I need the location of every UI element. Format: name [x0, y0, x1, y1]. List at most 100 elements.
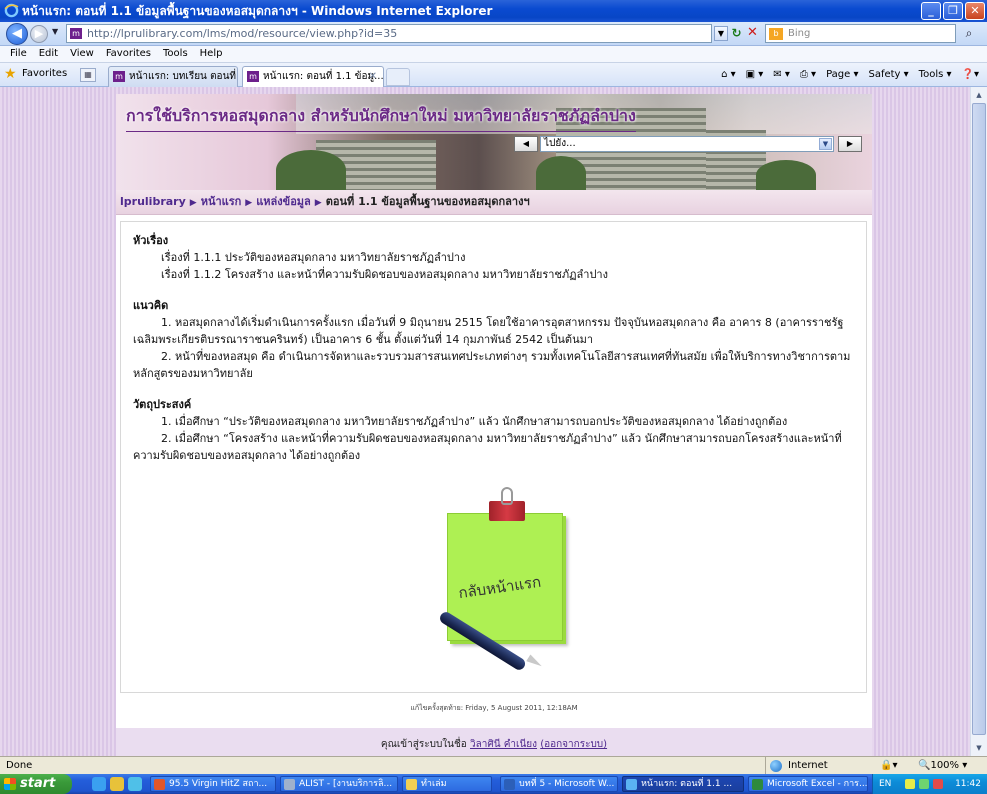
breadcrumb-link-site[interactable]: lprulibrary: [120, 195, 186, 208]
tab-favicon-icon: m: [247, 71, 259, 82]
address-input[interactable]: m http://lprulibrary.com/lms/mod/resourc…: [66, 24, 712, 43]
jump-to-value: ไปยัง...: [544, 138, 576, 149]
jump-previous-button[interactable]: ◀: [514, 136, 538, 152]
resource-content-box: หัวเรื่อง เรื่องที่ 1.1.1 ประวัติของหอสม…: [120, 221, 867, 693]
topic-line: เรื่องที่ 1.1.1 ประวัติของหอสมุดกลาง มหา…: [161, 251, 466, 264]
safety-menu[interactable]: Safety ▾: [868, 67, 908, 83]
menu-favorites[interactable]: Favorites: [100, 46, 157, 62]
vertical-scrollbar[interactable]: ▲ ▼: [970, 87, 987, 756]
taskbar-item-excel[interactable]: Microsoft Excel - การ...: [748, 776, 868, 792]
clock[interactable]: 11:42: [955, 774, 981, 794]
feeds-icon[interactable]: ▣ ▾: [746, 67, 764, 83]
breadcrumb-link-home[interactable]: หน้าแรก: [201, 195, 242, 208]
minimize-button[interactable]: _: [921, 2, 941, 20]
quicklaunch-desktop-icon[interactable]: [110, 777, 124, 791]
favorites-button[interactable]: Favorites: [22, 68, 67, 79]
menu-tools[interactable]: Tools: [157, 46, 194, 62]
quicklaunch-media-icon[interactable]: [128, 777, 142, 791]
tools-menu[interactable]: Tools ▾: [919, 67, 952, 83]
paperclip-icon: [501, 487, 513, 505]
favorites-star-icon[interactable]: ★: [4, 67, 17, 81]
menu-help[interactable]: Help: [194, 46, 229, 62]
banner-tree: [276, 150, 346, 190]
protected-mode-icon[interactable]: 🔒▾: [880, 757, 897, 774]
zoom-level[interactable]: 🔍100% ▾: [918, 757, 967, 774]
taskbar-item-ie[interactable]: หน้าแรก: ตอนที่ 1.1 ...: [622, 776, 744, 792]
pen-tip-icon: [526, 654, 544, 669]
tab-close-icon[interactable]: ✕: [369, 67, 377, 86]
start-button[interactable]: start: [0, 774, 72, 794]
status-text: Done: [6, 760, 33, 771]
address-toolbar: ◀ ▶ ▼ m http://lprulibrary.com/lms/mod/r…: [0, 22, 987, 46]
tray-icon[interactable]: [933, 779, 943, 789]
jump-to-select[interactable]: ไปยัง... ▼: [540, 136, 834, 152]
menu-view[interactable]: View: [64, 46, 100, 62]
back-to-home-label: กลับหน้าแรก: [457, 572, 543, 603]
refresh-icon[interactable]: ↻: [729, 26, 744, 41]
tab-lesson[interactable]: m หน้าแรก: บทเรียน ตอนที่ 1.1: [108, 66, 238, 87]
breadcrumb-link-resources[interactable]: แหล่งข้อมูล: [256, 195, 311, 208]
banner-tree: [536, 156, 586, 190]
maximize-button[interactable]: ❐: [943, 2, 963, 20]
favorites-tab-bar: ★ Favorites ▦ m หน้าแรก: บทเรียน ตอนที่ …: [0, 63, 987, 87]
site-favicon-icon: m: [70, 28, 82, 39]
scroll-thumb[interactable]: [972, 103, 986, 735]
back-button[interactable]: ◀: [6, 23, 28, 45]
taskbar-item-alist[interactable]: ALIST - [งานบริการลิ...: [280, 776, 398, 792]
breadcrumb-current: ตอนที่ 1.1 ข้อมูลพื้นฐานของหอสมุดกลางฯ: [325, 195, 530, 208]
page-viewport: การใช้บริการหอสมุดกลาง สำหรับนักศึกษาใหม…: [0, 87, 987, 756]
excel-icon: [752, 779, 763, 790]
banner-tree: [756, 160, 816, 190]
tab-favicon-icon: m: [113, 71, 125, 82]
tray-icon[interactable]: [919, 779, 929, 789]
moodle-page: การใช้บริการหอสมุดกลาง สำหรับนักศึกษาใหม…: [116, 94, 872, 756]
mail-icon[interactable]: ✉ ▾: [773, 67, 790, 83]
breadcrumb-separator-icon: ▶: [314, 198, 322, 208]
user-profile-link[interactable]: วิลาศินี คำเนียง: [470, 739, 537, 750]
history-dropdown-icon[interactable]: ▼: [52, 27, 58, 36]
tab-current[interactable]: m หน้าแรก: ตอนที่ 1.1 ข้อมู... ✕: [242, 66, 384, 87]
home-icon[interactable]: ⌂ ▾: [721, 67, 736, 83]
print-icon[interactable]: ⎙ ▾: [800, 67, 816, 83]
security-zone[interactable]: Internet: [765, 757, 875, 774]
login-info-footer: คุณเข้าสู่ระบบในชื่อ วิลาศินี คำเนียง (อ…: [116, 728, 872, 756]
taskbar-item-label: ALIST - [งานบริการลิ...: [299, 779, 393, 789]
taskbar-item-radio[interactable]: 95.5 Virgin HitZ สถา...: [150, 776, 276, 792]
quicklaunch-ie-icon[interactable]: [92, 777, 106, 791]
address-dropdown-button[interactable]: ▼: [714, 26, 728, 41]
ie-logo-icon: [4, 3, 19, 18]
address-url: http://lprulibrary.com/lms/mod/resource/…: [87, 27, 398, 40]
app-icon: [284, 779, 295, 790]
back-to-home-note-button[interactable]: กลับหน้าแรก: [437, 487, 581, 673]
close-button[interactable]: ✕: [965, 2, 985, 20]
scroll-up-icon[interactable]: ▲: [972, 88, 986, 102]
new-tab-button[interactable]: [386, 68, 410, 86]
site-title[interactable]: การใช้บริการหอสมุดกลาง สำหรับนักศึกษาใหม…: [126, 104, 636, 132]
scroll-down-icon[interactable]: ▼: [972, 741, 986, 755]
logout-link[interactable]: (ออกจากระบบ): [540, 739, 607, 750]
search-input[interactable]: b Bing: [765, 24, 956, 43]
objective-paragraph: 1. เมื่อศึกษา “ประวัติของหอสมุดกลาง มหาว…: [161, 415, 788, 428]
language-indicator[interactable]: EN: [879, 774, 891, 794]
breadcrumb-separator-icon: ▶: [189, 198, 197, 208]
taskbar-item-label: Microsoft Excel - การ...: [767, 779, 868, 789]
help-icon[interactable]: ❓▾: [962, 67, 979, 83]
stop-icon[interactable]: ✕: [745, 26, 760, 41]
menu-edit[interactable]: Edit: [33, 46, 64, 62]
tab-label: หน้าแรก: ตอนที่ 1.1 ข้อมู...: [263, 71, 384, 82]
tray-icon[interactable]: [905, 779, 915, 789]
breadcrumb-separator-icon: ▶: [245, 198, 253, 208]
word-icon: [504, 779, 515, 790]
jump-next-button[interactable]: ▶: [838, 136, 862, 152]
search-icon[interactable]: ⌕: [959, 25, 979, 42]
concept-heading: แนวคิด: [133, 299, 169, 312]
forward-button[interactable]: ▶: [30, 25, 48, 43]
taskbar-item-word[interactable]: บทที่ 5 - Microsoft W...: [500, 776, 618, 792]
login-prefix: คุณเข้าสู่ระบบในชื่อ: [380, 739, 467, 750]
firefox-icon: [154, 779, 165, 790]
taskbar-item-folder[interactable]: ทำเล่ม: [402, 776, 492, 792]
taskbar-item-label: หน้าแรก: ตอนที่ 1.1 ...: [641, 779, 733, 789]
menu-file[interactable]: File: [4, 46, 33, 62]
page-menu[interactable]: Page ▾: [826, 67, 858, 83]
quick-tabs-icon[interactable]: ▦: [80, 68, 96, 82]
